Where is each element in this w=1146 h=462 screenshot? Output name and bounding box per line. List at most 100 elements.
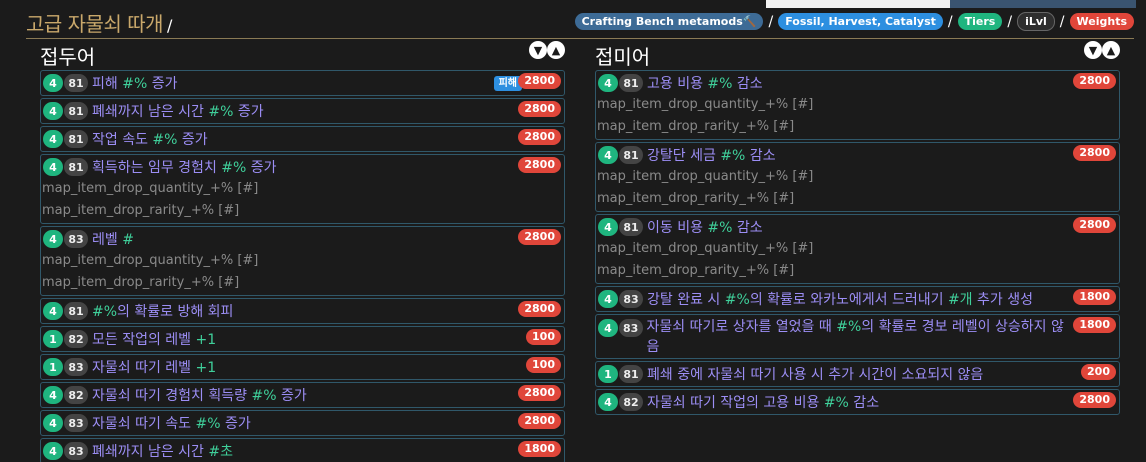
mod-value-placeholder: #% (208, 104, 234, 120)
tier-badge: 4 (598, 393, 618, 411)
mod-line: 4 81 고용 비용 #% 감소 (597, 72, 1118, 94)
ilvl-badge: 83 (64, 414, 88, 432)
mod-line: 4 82 자물쇠 따기 작업의 고용 비용 #% 감소 (597, 391, 1118, 413)
stat-line: map_item_drop_quantity_+% [#] (597, 169, 814, 184)
chevron-up-icon[interactable]: ▲ (1102, 41, 1120, 59)
mod-text: 강탈단 세금 #% 감소 (647, 145, 776, 165)
tier-badge: 4 (43, 102, 63, 120)
mod-text: 강탈 완료 시 #%의 확률로 와카노에게서 드러내기 #개 추가 생성 (647, 289, 1033, 309)
chevron-down-icon[interactable]: ▼ (529, 41, 547, 59)
mod-row[interactable]: 4 81 작업 속도 #% 증가 2800 (40, 126, 565, 152)
mod-line: 4 81 #%의 확률로 방해 회피 (42, 300, 563, 322)
weight-badge: 100 (526, 357, 561, 373)
tier-badge: 1 (43, 330, 63, 348)
chevron-up-icon[interactable]: ▲ (547, 41, 565, 59)
mod-value-placeholder: #% (251, 388, 277, 404)
weight-badge: 2800 (1073, 73, 1116, 89)
mod-line: 4 81 피해 #% 증가 (42, 72, 563, 94)
mod-text-part: 획득하는 임무 경험치 (92, 160, 222, 176)
chevron-down-icon[interactable]: ▼ (1084, 41, 1102, 59)
ilvl-badge: 81 (64, 158, 88, 176)
mod-row[interactable]: 4 82 자물쇠 따기 경험치 획득량 #% 증가 2800 (40, 382, 565, 408)
filter-crafting-bench[interactable]: Crafting Bench metamods🔨 (574, 13, 764, 30)
mod-text: 고용 비용 #% 감소 (647, 73, 763, 93)
mod-row[interactable]: 1 83 자물쇠 따기 레벨 +1 100 (40, 354, 565, 380)
stat-line: map_item_drop_rarity_+% [#] (597, 191, 795, 206)
mod-value-placeholder: #개 (947, 292, 973, 308)
mod-value-placeholder: +1 (195, 360, 217, 376)
weight-badge: 2800 (1073, 217, 1116, 233)
filter-tiers[interactable]: Tiers (957, 13, 1003, 30)
mod-text-part: 자물쇠 따기 작업의 고용 비용 (647, 395, 824, 411)
mod-row[interactable]: 1 82 모든 작업의 레벨 +1 100 (40, 326, 565, 352)
header: 고급 자물쇠 따개 / Crafting Bench metamods🔨 / Fo… (26, 6, 1134, 39)
mod-text-part: 자물쇠 따기 경험치 획득량 (92, 388, 252, 404)
mod-value-placeholder: #% (720, 148, 746, 164)
ilvl-badge: 82 (619, 393, 643, 411)
filter-weights[interactable]: Weights (1069, 13, 1134, 30)
mod-row[interactable]: 4 83 자물쇠 따기 속도 #% 증가 2800 (40, 410, 565, 436)
weight-badge: 2800 (518, 229, 561, 245)
mod-text-part: 이동 비용 (647, 220, 708, 236)
mod-text: 자물쇠 따기 레벨 +1 (92, 357, 216, 377)
filter-fossil-harvest-catalyst[interactable]: Fossil, Harvest, Catalyst (778, 13, 943, 30)
mod-text-part: 강탈단 세금 (647, 148, 721, 164)
mod-row[interactable]: 4 81 피해 #% 증가 피해 2800 (40, 70, 565, 96)
mod-text-part: 의 확률로 와카노에게서 드러내기 (749, 292, 948, 308)
ilvl-badge: 81 (64, 302, 88, 320)
weight-badge: 2800 (518, 385, 561, 401)
mod-row[interactable]: 4 81 강탈단 세금 #% 감소 2800 map_item_drop_quantit… (595, 142, 1120, 212)
mod-text: 작업 속도 #% 증가 (92, 129, 208, 149)
mod-text-part: 증가 (246, 160, 277, 176)
stat-line: map_item_drop_rarity_+% [#] (42, 275, 240, 290)
mod-line: 4 83 폐쇄까지 남은 시간 #초 (42, 440, 563, 462)
filter-separator: / (1059, 13, 1065, 30)
mod-text-part: 감소 (848, 395, 880, 411)
mod-text-part: 피해 (92, 76, 123, 92)
mod-row[interactable]: 4 81 #%의 확률로 방해 회피 2800 (40, 298, 565, 324)
tier-badge: 4 (598, 218, 618, 236)
mod-text-part: 감소 (732, 220, 763, 236)
mod-value-placeholder: #% (195, 416, 221, 432)
weight-badge: 1800 (1073, 317, 1116, 333)
mod-value-placeholder: #% (92, 304, 118, 320)
mod-row[interactable]: 4 81 고용 비용 #% 감소 2800 map_item_drop_quantity… (595, 70, 1120, 140)
mod-row[interactable]: 4 81 폐쇄까지 남은 시간 #% 증가 2800 (40, 98, 565, 124)
mod-text-part: 모든 작업의 레벨 (92, 332, 196, 348)
ilvl-badge: 81 (64, 74, 88, 92)
mod-row[interactable]: 4 82 자물쇠 따기 작업의 고용 비용 #% 감소 2800 (595, 389, 1120, 415)
stat-line: map_item_drop_quantity_+% [#] (42, 253, 259, 268)
mod-row[interactable]: 4 83 레벨 #2800 map_item_drop_quantity_+% [#]… (40, 226, 565, 296)
mod-value-placeholder: #초 (208, 444, 234, 460)
ilvl-badge: 81 (619, 74, 643, 92)
mod-text-part: 자물쇠 따기 속도 (92, 416, 196, 432)
mod-row[interactable]: 4 83 강탈 완료 시 #%의 확률로 와카노에게서 드러내기 #개 추가 생성 1… (595, 286, 1120, 312)
mod-text: 피해 #% 증가 (92, 73, 177, 93)
tier-badge: 4 (43, 230, 63, 248)
mod-text-part: 증가 (233, 104, 264, 120)
mod-text-part: 증가 (177, 132, 208, 148)
mod-value-placeholder: #% (221, 160, 247, 176)
ilvl-badge: 81 (64, 130, 88, 148)
mod-row[interactable]: 1 81 폐쇄 중에 자물쇠 따기 사용 시 추가 시간이 소요되지 않음 200 (595, 361, 1120, 387)
mod-line: 4 83 자물쇠 따기 속도 #% 증가 (42, 412, 563, 434)
tier-badge: 4 (598, 319, 618, 337)
mod-text-part: 증가 (147, 76, 178, 92)
weight-badge: 2800 (518, 157, 561, 173)
mod-line: 1 81 폐쇄 중에 자물쇠 따기 사용 시 추가 시간이 소요되지 않음 (597, 363, 1118, 385)
mod-row[interactable]: 4 83 자물쇠 따기로 상자를 열었을 때 #%의 확률로 경보 레벨이 상승하지… (595, 314, 1120, 359)
mod-row[interactable]: 4 81 획득하는 임무 경험치 #% 증가 2800 map_item_drop_qu… (40, 154, 565, 224)
filter-ilvl[interactable]: iLvl (1017, 12, 1055, 31)
mod-text-part: 폐쇄까지 남은 시간 (92, 104, 209, 120)
weight-badge: 2800 (518, 301, 561, 317)
ilvl-badge: 82 (64, 330, 88, 348)
prefix-toggle: ▼ ▲ (529, 41, 565, 59)
prefix-mod-list: 4 81 피해 #% 증가 피해 2800 4 81 폐쇄까지 남은 시간 #% 증가 2800… (40, 70, 565, 462)
tier-badge: 4 (43, 302, 63, 320)
mod-text-part: 자물쇠 따기로 상자를 열었을 때 (646, 319, 837, 335)
weight-badge: 1800 (518, 441, 561, 457)
mod-row[interactable]: 4 81 이동 비용 #% 감소 2800 map_item_drop_quantity… (595, 214, 1120, 284)
mod-text-part: 고용 비용 (647, 76, 708, 92)
mod-row[interactable]: 4 83 폐쇄까지 남은 시간 #초 1800 (40, 438, 565, 462)
filter-bar: Crafting Bench metamods🔨 / Fossil, Harve… (574, 12, 1134, 31)
